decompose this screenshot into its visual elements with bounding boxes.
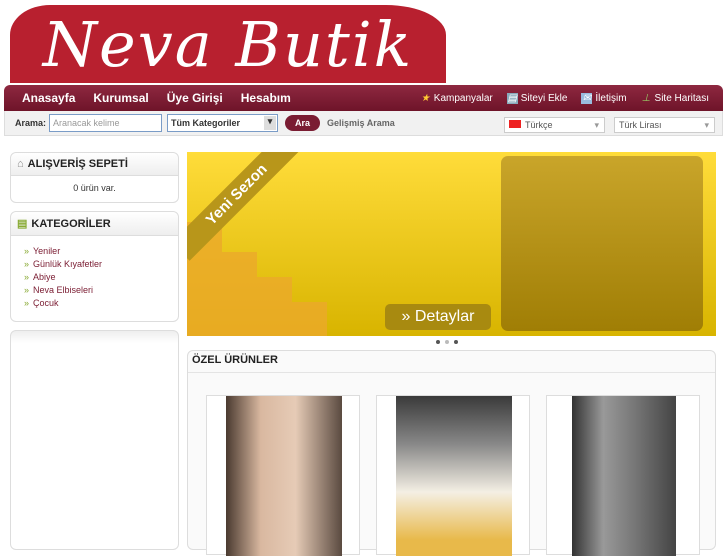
banner-panel (501, 156, 703, 331)
cart-status: 0 ürün var. (73, 183, 116, 193)
cart-box: ⌂ ALIŞVERİŞ SEPETİ 0 ürün var. (10, 152, 179, 203)
slider-dots (436, 340, 458, 344)
nav-login[interactable]: Üye Girişi (167, 91, 223, 105)
site-logo[interactable]: Neva Butik (10, 5, 446, 83)
category-item[interactable]: Abiye (11, 270, 178, 283)
search-label: Arama: (15, 118, 47, 128)
featured-title: ÖZEL ÜRÜNLER (188, 351, 715, 373)
categories-icon: ▤ (17, 218, 28, 230)
star-icon: ★ (420, 92, 430, 104)
banner-decoration (222, 252, 257, 336)
product-card[interactable] (376, 395, 530, 556)
nav-campaigns[interactable]: ★ Kampanyalar (420, 93, 493, 104)
product-image[interactable] (572, 396, 676, 556)
categories-title: KATEGORİLER (31, 217, 111, 230)
banner-decoration (257, 277, 292, 336)
currency-select[interactable]: Türk Lirası (614, 117, 715, 133)
advanced-search-link[interactable]: Gelişmiş Arama (327, 118, 395, 128)
category-item[interactable]: Yeniler (11, 244, 178, 257)
search-input[interactable]: Aranacak kelime (49, 114, 163, 132)
sitemap-icon: ⊥ (641, 92, 651, 104)
category-item[interactable]: Günlük Kıyafetler (11, 257, 178, 270)
slide-dot[interactable] (445, 340, 449, 344)
side-box-empty (10, 330, 179, 550)
categories-box: ▤KATEGORİLER Yeniler Günlük Kıyafetler A… (10, 211, 179, 322)
promo-banner[interactable]: Yeni Sezon » Detaylar (187, 152, 716, 336)
category-item[interactable]: Çocuk (11, 296, 178, 309)
language-select[interactable]: Türkçe (504, 117, 605, 133)
slide-dot[interactable] (436, 340, 440, 344)
nav-sitemap[interactable]: ⊥ Site Haritası (641, 93, 709, 104)
mail-icon: ✉ (581, 92, 593, 104)
product-card[interactable] (546, 395, 700, 556)
nav-bookmark[interactable]: ▤ Siteyi Ekle (506, 92, 567, 104)
nav-contact[interactable]: ✉ İletişim (581, 92, 627, 104)
bookmark-icon: ▤ (506, 92, 518, 104)
product-image[interactable] (226, 396, 342, 556)
main-nav: Anasayfa Kurumsal Üye Girişi Hesabım ★ Ka… (4, 85, 723, 111)
nav-home[interactable]: Anasayfa (22, 91, 75, 105)
banner-ribbon: Yeni Sezon (187, 152, 303, 261)
turkey-flag-icon (509, 120, 521, 128)
cart-title: ALIŞVERİŞ SEPETİ (27, 158, 128, 170)
product-image[interactable] (396, 396, 512, 556)
product-card[interactable] (206, 395, 360, 556)
details-button[interactable]: » Detaylar (385, 304, 491, 330)
banner-decoration (292, 302, 327, 336)
search-button[interactable]: Ara (285, 115, 321, 131)
featured-products: ÖZEL ÜRÜNLER (187, 350, 716, 556)
slide-dot[interactable] (454, 340, 458, 344)
nav-account[interactable]: Hesabım (241, 91, 291, 105)
category-select[interactable]: Tüm Kategoriler (167, 114, 279, 132)
cart-icon: ⌂ (17, 158, 24, 170)
category-item[interactable]: Neva Elbiseleri (11, 283, 178, 296)
nav-corporate[interactable]: Kurumsal (93, 91, 148, 105)
